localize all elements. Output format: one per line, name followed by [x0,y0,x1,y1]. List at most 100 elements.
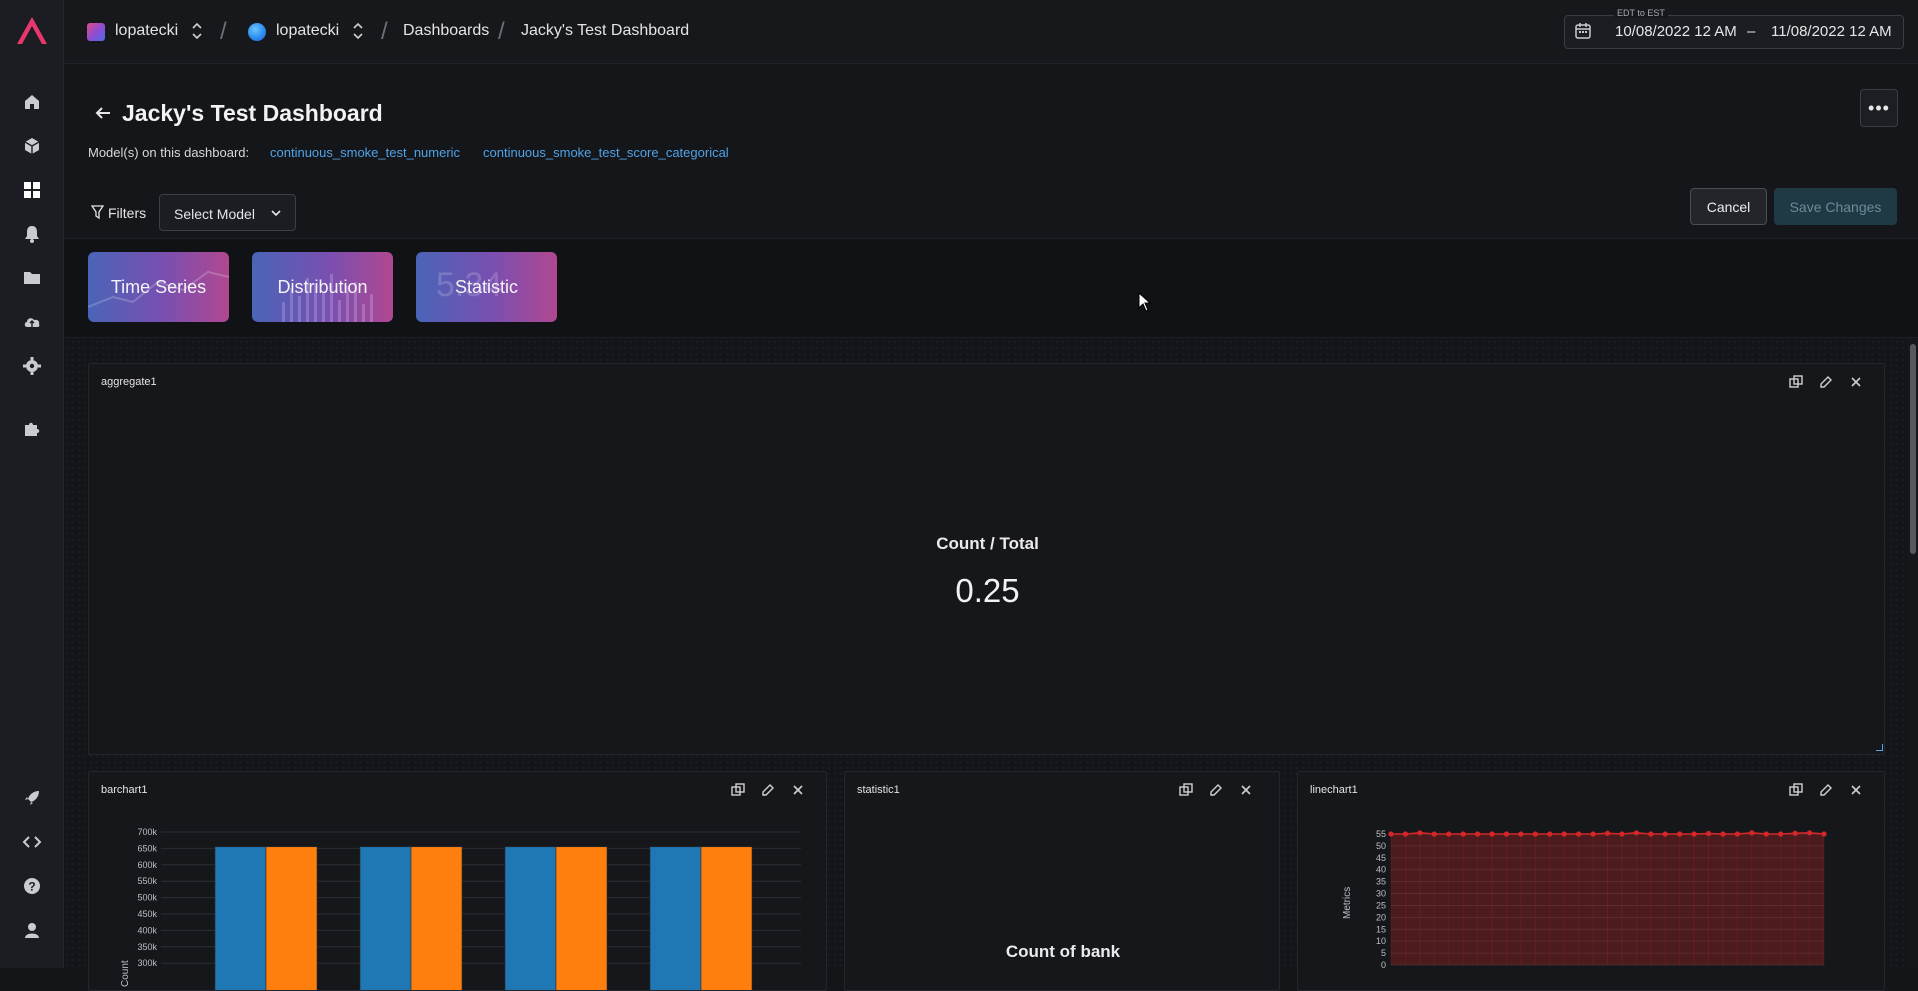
aggregate-metric-value: 0.25 [955,572,1020,609]
copy-icon[interactable] [1788,374,1804,390]
cancel-button[interactable]: Cancel [1690,188,1767,225]
calendar-icon[interactable] [1574,22,1592,40]
model-link-numeric[interactable]: continuous_smoke_test_numeric [270,145,460,160]
svg-text:?: ? [28,880,35,894]
folder-icon[interactable] [20,266,44,290]
resize-handle[interactable] [1876,744,1883,751]
scrollbar-thumb[interactable] [1910,344,1916,554]
data-point [1532,831,1538,837]
bar [504,846,557,990]
data-point [1547,831,1553,837]
close-icon[interactable] [1848,374,1864,390]
cloud-upload-icon[interactable] [20,310,44,334]
save-changes-button[interactable]: Save Changes [1774,188,1897,225]
y-tick-label: 5 [1381,948,1386,958]
date-end[interactable]: 11/08/2022 12 AM [1771,23,1892,40]
y-tick-label: 10 [1376,936,1386,946]
y-tick-label: 600k [137,860,157,870]
filters-label: Filters [108,205,147,221]
copy-icon[interactable] [1178,782,1194,798]
settings-icon[interactable] [20,354,44,378]
data-point [1590,831,1596,837]
timezone-label: EDT to EST [1614,8,1668,18]
y-tick-label: 45 [1376,853,1386,863]
model-link-score-categorical[interactable]: continuous_smoke_test_score_categorical [483,145,729,160]
date-separator: – [1747,23,1756,40]
bar [555,846,608,990]
y-tick-label: 15 [1376,924,1386,934]
home-icon[interactable] [20,90,44,114]
app-logo[interactable] [14,14,50,48]
data-point [1604,830,1611,836]
tile-label: Time Series [110,276,207,297]
filter-icon [91,205,104,220]
panel-tools [1178,782,1254,798]
y-axis-label: Count [120,960,131,987]
y-tick-label: 650k [137,843,157,853]
breadcrumb-separator: / [498,18,505,45]
data-point [1417,830,1423,836]
linechart-panel: linechart1 0 5 10 15 20 25 30 35 40 45 50 55 Metrics [1297,771,1885,991]
y-tick-label: 35 [1376,877,1386,887]
chevron-updown-icon[interactable] [352,21,364,41]
data-point [1633,830,1639,836]
help-icon[interactable]: ? [20,874,44,898]
y-tick-label: 0 [1381,960,1386,970]
chevron-updown-icon[interactable] [191,21,203,41]
barchart-panel: barchart1 300k 350k 400k 450k 500k 550k 600k 65… [88,771,827,991]
bar-chart: 300k 350k 400k 450k 500k 550k 600k 650k 700k Coun… [120,827,801,990]
puzzle-icon[interactable] [20,416,44,440]
statistic-panel: statistic1 Count of bank [844,771,1280,991]
panel-title: statistic1 [857,784,900,796]
bar [214,846,267,990]
bar [700,846,753,990]
data-point [1705,830,1712,837]
more-options-button[interactable]: ••• [1860,89,1898,127]
y-axis-label: Metrics [1342,887,1353,919]
line-chart: 0 5 10 15 20 2530 35 40 45 50 55 Metrics [1342,829,1827,970]
close-icon[interactable] [1238,782,1254,798]
data-point [1489,831,1495,837]
tile-time-series[interactable]: Time Series [88,252,229,322]
tile-distribution[interactable]: Distribution [252,252,393,322]
data-point [1806,830,1813,836]
org-switcher[interactable]: lopatecki [115,22,178,40]
tile-label: Distribution [277,276,368,297]
bell-icon[interactable] [20,222,44,246]
data-point [1749,830,1755,836]
data-point [1518,831,1524,837]
cube-icon[interactable] [20,134,44,158]
data-point [1503,831,1510,837]
back-arrow-icon[interactable] [94,105,112,121]
edit-icon[interactable] [1818,374,1834,390]
rocket-icon[interactable] [20,786,44,810]
dashboard-icon[interactable] [20,178,44,202]
statistic-metric-label: Count of bank [1005,942,1121,961]
mouse-cursor-icon [1138,292,1152,312]
data-point [1662,831,1668,837]
page-title: Jacky's Test Dashboard [122,100,383,126]
data-point [1821,831,1827,837]
space-switcher[interactable]: lopatecki [276,22,339,40]
data-point [1720,831,1726,837]
code-icon[interactable] [20,830,44,854]
data-point [1402,831,1409,837]
data-point [1648,831,1654,837]
select-model-dropdown[interactable]: Select Model [159,194,296,231]
y-tick-label: 350k [137,942,157,952]
edit-icon[interactable] [1208,782,1224,798]
breadcrumb-dashboards[interactable]: Dashboards [403,22,489,40]
user-icon[interactable] [20,918,44,942]
bar [265,846,318,990]
bar [410,846,463,990]
data-point [1475,831,1481,837]
breadcrumb-separator: / [381,18,388,45]
tile-label: Statistic [454,276,519,297]
data-point [1446,831,1452,837]
y-tick-label: 450k [137,909,157,919]
date-start[interactable]: 10/08/2022 12 AM [1615,23,1737,40]
chevron-down-icon [271,210,281,217]
tile-statistic[interactable]: 5.34 Statistic [416,252,557,322]
org-avatar-icon [87,23,105,41]
y-tick-label: 700k [137,827,157,837]
